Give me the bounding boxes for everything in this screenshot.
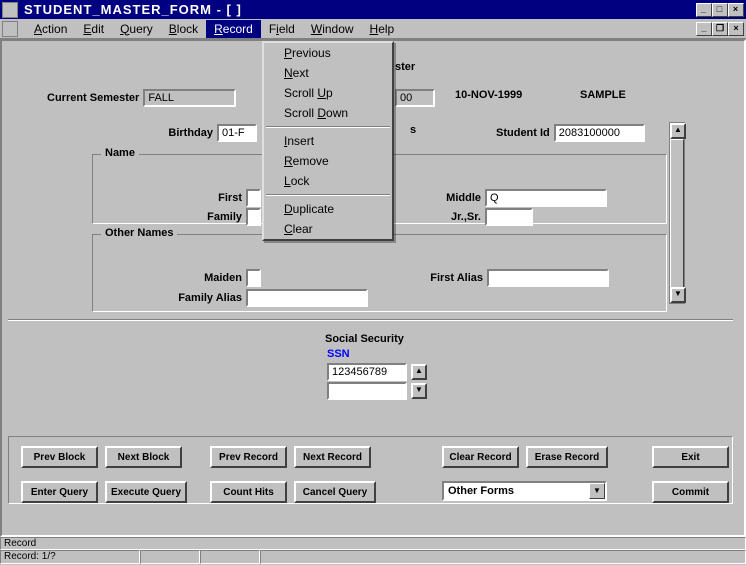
family-alias-field[interactable] [246, 289, 368, 307]
maiden-field[interactable] [246, 269, 261, 287]
first-label: First [192, 192, 242, 204]
workspace: Current Semester FALL ster 00 10-NOV-199… [0, 39, 746, 537]
prev-block-button[interactable]: Prev Block [21, 446, 98, 468]
ssn-scroll-down-button[interactable]: ▼ [411, 383, 427, 399]
record-menu-dropdown: PreviousNextScroll UpScroll Down InsertRe… [262, 41, 394, 241]
count-hits-button[interactable]: Count Hits [210, 481, 287, 503]
status-line-1: Record [0, 537, 746, 550]
menu-window[interactable]: Window [303, 20, 362, 38]
menu-item-next[interactable]: Next [264, 63, 392, 83]
current-semester-field: FALL [143, 89, 236, 107]
jrsr-field[interactable] [485, 208, 533, 226]
mdi-icon[interactable] [2, 21, 18, 37]
first-alias-field[interactable] [487, 269, 609, 287]
mdi-minimize-button[interactable]: _ [696, 22, 712, 36]
menu-item-remove[interactable]: Remove [264, 151, 392, 171]
scroll-thumb[interactable] [670, 139, 684, 289]
window-title: STUDENT_MASTER_FORM - [ ] [24, 2, 696, 17]
semester-fragment-label: ster [395, 61, 415, 73]
menu-item-lock[interactable]: Lock [264, 171, 392, 191]
menu-help[interactable]: Help [362, 20, 403, 38]
cancel-query-button[interactable]: Cancel Query [294, 481, 376, 503]
other-forms-label: Other Forms [444, 485, 589, 497]
other-forms-select[interactable]: Other Forms ▼ [442, 481, 607, 501]
status-cell-2 [140, 550, 200, 564]
mdi-restore-button[interactable]: ❐ [712, 22, 728, 36]
menu-field[interactable]: Field [261, 20, 303, 38]
erase-record-button[interactable]: Erase Record [526, 446, 608, 468]
status-cell-4 [260, 550, 746, 564]
mdi-close-button[interactable]: × [728, 22, 744, 36]
menu-item-scroll-up[interactable]: Scroll Up [264, 83, 392, 103]
next-record-button[interactable]: Next Record [294, 446, 371, 468]
menu-item-previous[interactable]: Previous [264, 43, 392, 63]
other-names-group-label: Other Names [101, 227, 177, 239]
enter-query-button[interactable]: Enter Query [21, 481, 98, 503]
minimize-button[interactable]: _ [696, 3, 712, 17]
menu-item-insert[interactable]: Insert [264, 131, 392, 151]
birthday-field[interactable]: 01-F [217, 124, 257, 142]
menu-separator [266, 194, 390, 196]
menu-item-scroll-down[interactable]: Scroll Down [264, 103, 392, 123]
birthday-label: Birthday [158, 127, 213, 139]
status-record-counter: Record: 1/? [0, 550, 140, 564]
next-block-button[interactable]: Next Block [105, 446, 182, 468]
ssn-label: SSN [327, 348, 350, 360]
menu-block[interactable]: Block [161, 20, 206, 38]
title-bar: STUDENT_MASTER_FORM - [ ] _ □ × [0, 0, 746, 19]
exit-button[interactable]: Exit [652, 446, 729, 468]
dropdown-icon[interactable]: ▼ [589, 483, 605, 499]
menu-action[interactable]: Action [26, 20, 75, 38]
menu-bar: ActionEditQueryBlockRecordFieldWindowHel… [0, 19, 746, 39]
middle-field[interactable]: Q [485, 189, 607, 207]
execute-query-button[interactable]: Execute Query [105, 481, 187, 503]
scroll-up-button[interactable]: ▲ [670, 123, 686, 139]
prev-record-button[interactable]: Prev Record [210, 446, 287, 468]
commit-button[interactable]: Commit [652, 481, 729, 503]
student-id-field[interactable]: 2083100000 [554, 124, 645, 142]
date-label: 10-NOV-1999 [455, 89, 522, 101]
app-icon[interactable] [2, 2, 18, 18]
clear-record-button[interactable]: Clear Record [442, 446, 519, 468]
menu-record[interactable]: Record [206, 20, 261, 38]
maiden-label: Maiden [157, 272, 242, 284]
ssn-field-2[interactable] [327, 382, 407, 400]
s-fragment-label: s [410, 124, 416, 136]
divider [8, 319, 733, 321]
close-button[interactable]: × [728, 3, 744, 17]
student-id-label: Student Id [496, 127, 550, 139]
family-alias-label: Family Alias [157, 292, 242, 304]
ssn-field-1[interactable]: 123456789 [327, 363, 407, 381]
first-alias-label: First Alias [423, 272, 483, 284]
first-field[interactable] [246, 189, 261, 207]
name-group-label: Name [101, 147, 139, 159]
jrsr-label: Jr.,Sr. [436, 211, 481, 223]
record-scrollbar[interactable]: ▲ ▼ [669, 122, 685, 304]
sample-label: SAMPLE [580, 89, 626, 101]
current-semester-label: Current Semester [47, 92, 139, 104]
family-label: Family [192, 211, 242, 223]
menu-separator [266, 126, 390, 128]
middle-label: Middle [436, 192, 481, 204]
ssn-group-label: Social Security [325, 333, 404, 345]
semester-code-field: 00 [395, 89, 435, 107]
maximize-button[interactable]: □ [712, 3, 728, 17]
status-bar: Record Record: 1/? [0, 537, 746, 565]
menu-query[interactable]: Query [112, 20, 161, 38]
menu-item-clear[interactable]: Clear [264, 219, 392, 239]
scroll-down-button[interactable]: ▼ [670, 287, 686, 303]
menu-edit[interactable]: Edit [75, 20, 112, 38]
menu-item-duplicate[interactable]: Duplicate [264, 199, 392, 219]
status-cell-3 [200, 550, 260, 564]
ssn-scroll-up-button[interactable]: ▲ [411, 364, 427, 380]
family-field[interactable] [246, 208, 261, 226]
